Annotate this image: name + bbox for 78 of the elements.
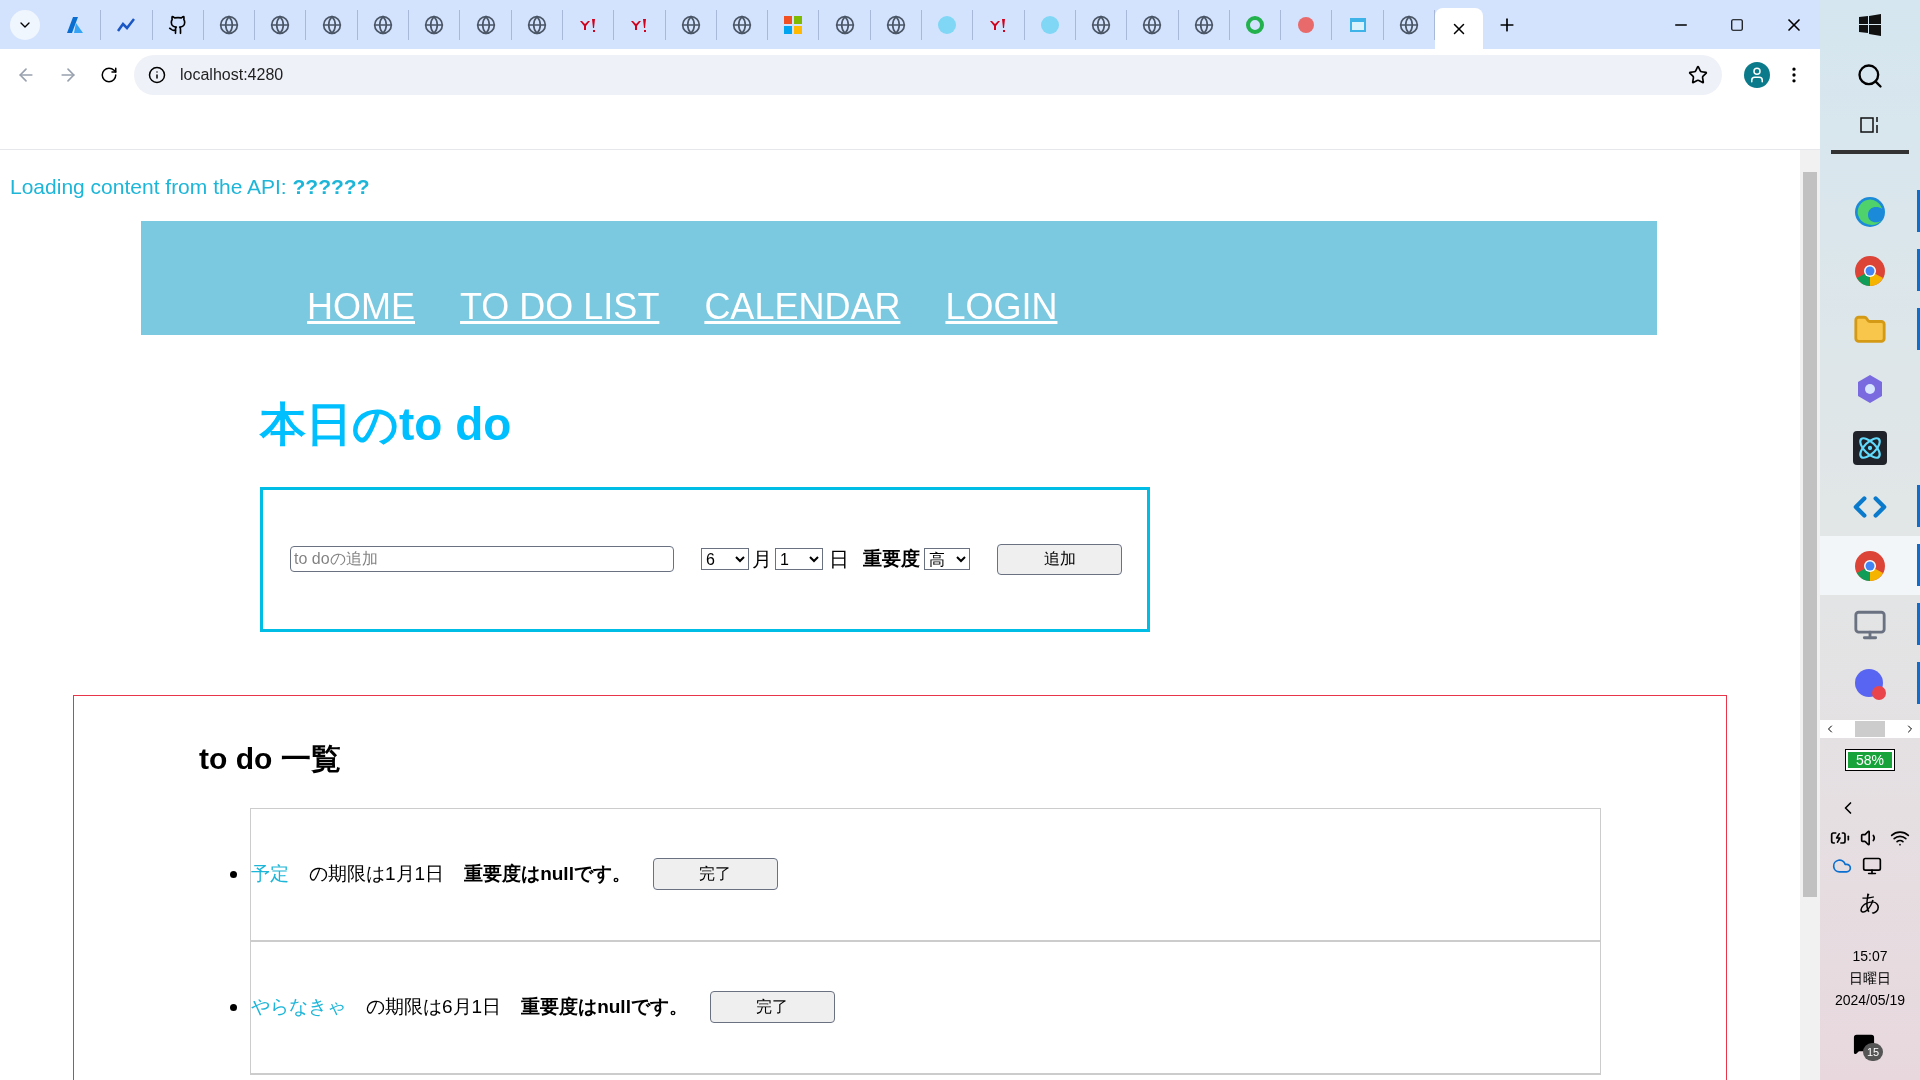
github-icon (167, 14, 188, 35)
task-view-icon[interactable] (1859, 114, 1881, 136)
month-select[interactable]: 6 (701, 548, 749, 570)
scrollbar[interactable] (1800, 150, 1820, 1080)
month-label: 月 (752, 547, 772, 572)
clock-weekday: 日曜日 (1849, 969, 1891, 988)
priority-label: 重要度 (863, 546, 920, 571)
todo-priority: 重要度はnullです。 (521, 994, 688, 1019)
globe-icon (526, 14, 547, 35)
info-icon (148, 65, 166, 84)
complete-button[interactable]: 完了 (709, 991, 835, 1023)
chrome-icon (1853, 253, 1887, 288)
orb-icon (1039, 14, 1060, 35)
running-indicator (1917, 190, 1920, 232)
globe-icon (1091, 14, 1112, 35)
todo-priority: 重要度はnullです。 (464, 861, 631, 886)
api-status-text: Loading content from the API: ?????? (9, 174, 371, 200)
day-select[interactable]: 1 (775, 548, 823, 570)
globe-icon (219, 14, 240, 35)
screen-icon[interactable] (1862, 856, 1882, 876)
url-text: localhost:4280 (180, 64, 284, 85)
globe-icon (680, 14, 701, 35)
orb-icon (937, 14, 958, 35)
globe-icon (1398, 14, 1419, 35)
todo-name: 予定 (251, 861, 289, 886)
restore-icon[interactable] (1730, 17, 1744, 32)
running-indicator (1917, 603, 1920, 645)
ring-icon (1244, 14, 1265, 35)
chat-bubble-icon (1853, 666, 1887, 701)
running-indicator (1917, 249, 1920, 291)
globe-icon (475, 14, 496, 35)
clock-date: 2024/05/19 (1834, 991, 1906, 1010)
bullet-icon (230, 1003, 237, 1011)
globe-icon (1193, 14, 1214, 35)
windows-logo-icon[interactable] (1859, 14, 1881, 36)
address-bar[interactable]: localhost:4280 (134, 54, 1722, 95)
list-heading: to do 一覧 (199, 743, 342, 774)
tab-search-button[interactable] (10, 9, 40, 40)
priority-select[interactable]: 高 (924, 548, 970, 570)
profile-avatar[interactable] (1744, 61, 1770, 88)
reload-icon[interactable] (100, 65, 118, 84)
globe-icon (1142, 14, 1163, 35)
scrollbar-thumb[interactable] (1803, 172, 1817, 897)
running-indicator (1917, 308, 1920, 350)
globe-icon (424, 14, 445, 35)
cloud-icon[interactable] (1832, 856, 1852, 876)
wifi-icon[interactable] (1890, 828, 1910, 848)
todo-input[interactable]: to doの追加 (290, 546, 674, 572)
complete-button[interactable]: 完了 (652, 858, 778, 890)
windows-squares-icon (783, 14, 804, 35)
bullet-icon (230, 870, 237, 878)
running-indicator (1917, 485, 1920, 527)
globe-icon (321, 14, 342, 35)
running-indicator (1917, 662, 1920, 704)
bookmark-star-icon[interactable] (1688, 64, 1708, 85)
blob-icon (1296, 14, 1317, 35)
triangle-logo-icon (65, 14, 86, 35)
add-button[interactable]: 追加 (997, 543, 1122, 575)
todo-due: の期限は6月1日 (366, 994, 502, 1019)
globe-icon (732, 14, 752, 35)
search-icon[interactable] (1856, 62, 1884, 90)
globe-icon (885, 14, 906, 35)
clock-time: 15:07 (1852, 947, 1888, 966)
todo-name: やらなきゃ (251, 994, 346, 1019)
day-label: 日 (829, 547, 849, 572)
atom-icon (1853, 430, 1887, 465)
notifications-button[interactable]: 15 (1853, 1033, 1887, 1063)
notification-count: 15 (1863, 1043, 1883, 1061)
chrome-icon (1853, 548, 1887, 583)
globe-icon (270, 14, 291, 35)
todo-due: の期限は1月1日 (309, 861, 445, 886)
globe-icon (372, 14, 393, 35)
ime-indicator[interactable]: あ (1858, 886, 1882, 919)
clock[interactable]: 15:07 日曜日 2024/05/19 (1834, 945, 1906, 1011)
running-indicator (1917, 544, 1920, 586)
globe-icon (834, 14, 855, 35)
page-heading: 本日のto do (260, 400, 513, 447)
wave-logo-icon (1853, 194, 1887, 229)
